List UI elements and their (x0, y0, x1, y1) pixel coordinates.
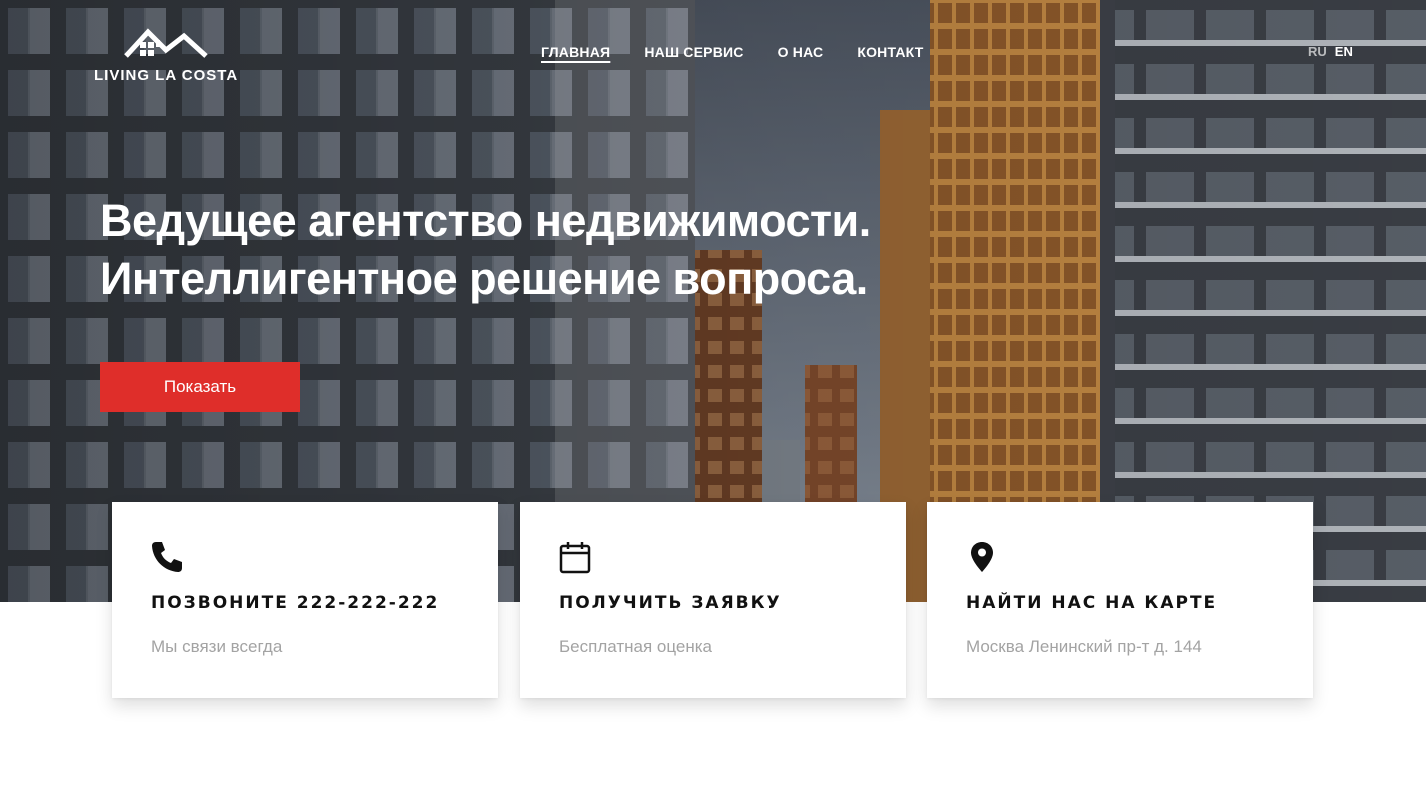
hero-headline-line2: Интеллигентное решение вопроса. (100, 253, 868, 304)
lang-en-link[interactable]: EN (1335, 44, 1353, 59)
hero-headline: Ведущее агентство недвижимости. Интеллиг… (100, 192, 871, 308)
nav-item-home[interactable]: ГЛАВНАЯ (541, 44, 610, 60)
call-card[interactable]: ПОЗВОНИТЕ 222-222-222 Мы связи всегда (112, 502, 498, 698)
page: LIVING LA COSTA ГЛАВНАЯ НАШ СЕРВИС О НАС… (0, 0, 1426, 796)
request-card-subtitle: Бесплатная оценка (559, 637, 712, 656)
nav-item-contact[interactable]: КОНТАКТ (857, 44, 923, 60)
call-card-subtitle: Мы связи всегда (151, 637, 283, 656)
show-button[interactable]: Показать (100, 362, 300, 412)
house-roof-icon (124, 28, 208, 58)
map-card-subtitle: Москва Ленинский пр-т д. 144 (966, 637, 1202, 656)
language-switcher: RU EN (1308, 44, 1353, 59)
request-card-title: ПОЛУЧИТЬ ЗАЯВКУ (559, 593, 782, 613)
hero-headline-line1: Ведущее агентство недвижимости. (100, 195, 871, 246)
main-nav: ГЛАВНАЯ НАШ СЕРВИС О НАС КОНТАКТ (541, 44, 924, 60)
request-card[interactable]: ПОЛУЧИТЬ ЗАЯВКУ Бесплатная оценка (520, 502, 906, 698)
call-card-title: ПОЗВОНИТЕ 222-222-222 (151, 593, 440, 613)
nav-item-service[interactable]: НАШ СЕРВИС (644, 44, 743, 60)
phone-icon (152, 542, 182, 572)
map-card[interactable]: НАЙТИ НАС НА КАРТЕ Москва Ленинский пр-т… (927, 502, 1313, 698)
nav-item-about[interactable]: О НАС (778, 44, 824, 60)
map-card-title: НАЙТИ НАС НА КАРТЕ (966, 593, 1218, 613)
calendar-icon (559, 542, 591, 574)
logo[interactable]: LIVING LA COSTA (92, 24, 244, 86)
map-pin-icon (971, 542, 993, 572)
lang-ru-link[interactable]: RU (1308, 44, 1327, 59)
logo-text: LIVING LA COSTA (94, 67, 239, 84)
